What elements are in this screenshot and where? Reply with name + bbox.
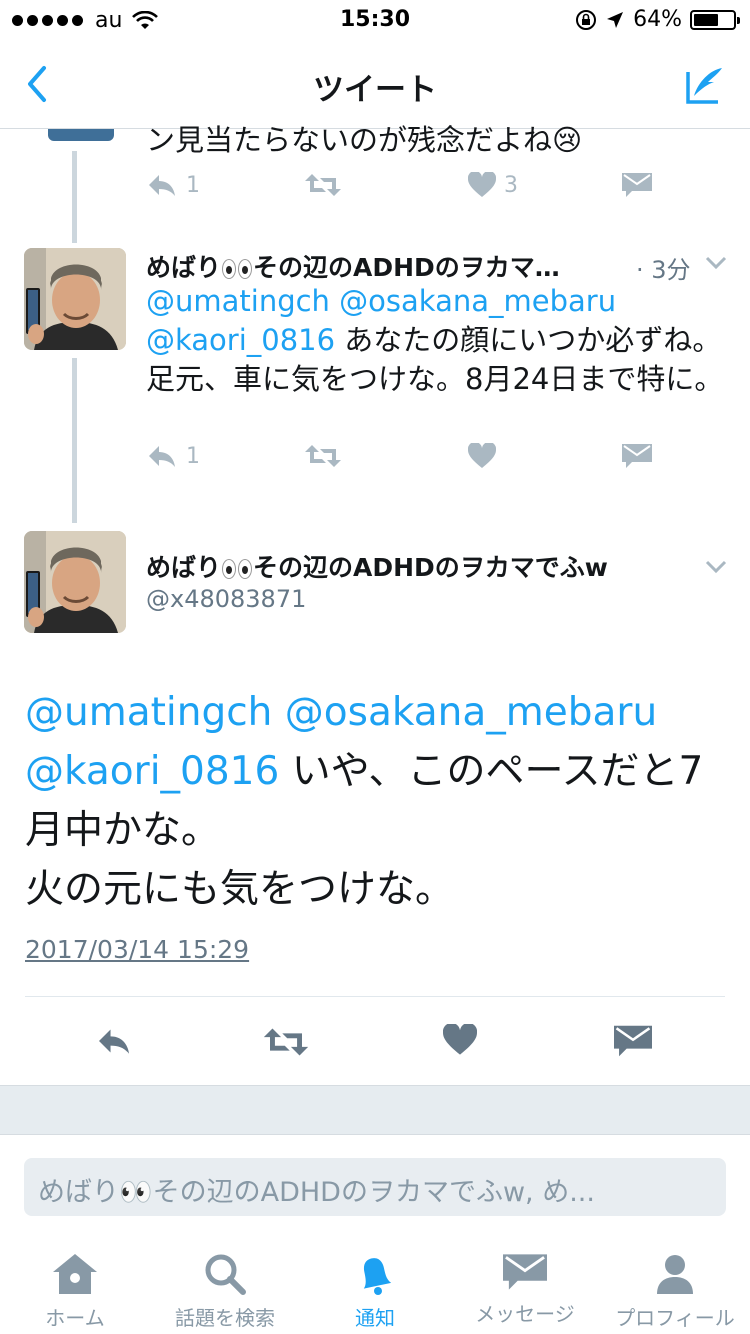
main-tweet-avatar[interactable] [24, 531, 126, 633]
retweet-button[interactable] [304, 172, 342, 198]
tab-profile[interactable]: プロフィール [600, 1240, 750, 1331]
thread-line [72, 358, 77, 523]
like-button[interactable] [468, 443, 496, 469]
mention-link[interactable]: @umatingch [146, 284, 330, 318]
author-name-part: めばり [146, 253, 222, 282]
tweet-time: · 3分 [636, 256, 691, 284]
eyes-emoji-icon [222, 259, 253, 279]
page-title: ツイート [313, 72, 437, 108]
tab-label: プロフィール [615, 1306, 735, 1330]
tab-label: 通知 [355, 1306, 395, 1330]
reply-count: 1 [186, 443, 200, 469]
tweet-timestamp[interactable]: 2017/03/14 15:29 [25, 935, 249, 964]
mail-icon [622, 444, 652, 468]
mail-icon [503, 1254, 547, 1290]
tab-notifications[interactable]: 通知 [300, 1240, 450, 1331]
reply-input[interactable]: めばり👀その辺のADHDのヲカマでふw, め... [24, 1158, 726, 1216]
thread-tweet[interactable]: めばり その辺のADHDのヲカマ… · 3分 @umatingch @osakan… [0, 248, 750, 523]
tweet-text: @umatingch @osakana_mebaru @kaori_0816 あ… [146, 282, 726, 399]
battery-percent: 64% [633, 7, 682, 32]
main-tweet-actions [0, 1020, 750, 1062]
nav-bar: ツイート [0, 40, 750, 129]
search-icon [205, 1254, 246, 1295]
reply-button[interactable]: 1 [146, 443, 200, 469]
rotation-lock-icon [576, 9, 597, 30]
section-separator [0, 1085, 750, 1135]
status-bar: au 15:30 64% [0, 0, 750, 40]
reply-count: 1 [186, 172, 200, 198]
tab-messages[interactable]: メッセージ [450, 1240, 600, 1327]
tab-label: メッセージ [475, 1302, 575, 1326]
chevron-down-icon[interactable] [704, 558, 728, 576]
avatar-photo [24, 531, 126, 633]
retweet-icon [305, 174, 341, 196]
heart-icon [468, 443, 496, 468]
mention-link[interactable]: @osakana_mebaru [285, 690, 657, 735]
like-count: 3 [504, 172, 518, 198]
mention-link[interactable]: @umatingch [25, 690, 272, 735]
like-button[interactable]: 3 [468, 172, 518, 198]
person-icon [657, 1255, 693, 1294]
bell-icon [363, 1258, 392, 1295]
tweet-body: 火の元にも気をつけな。 [25, 867, 455, 912]
author-name-part: その辺のADHDのヲカマでふw [253, 553, 608, 582]
home-icon [53, 1254, 97, 1294]
author-name[interactable]: めばり その辺のADHDのヲカマ… [146, 248, 560, 284]
battery-icon [690, 9, 740, 30]
compose-tweet-icon[interactable] [682, 62, 728, 108]
mail-icon [622, 173, 652, 197]
reply-icon[interactable] [94, 1026, 134, 1056]
reply-icon [149, 175, 175, 196]
chevron-down-icon[interactable] [704, 254, 728, 272]
eyes-emoji-icon [222, 559, 253, 579]
prev-tweet: ン見当たらないのが残念だよね😢 1 3 [0, 123, 750, 243]
avatar[interactable] [24, 248, 126, 350]
mention-link[interactable]: @osakana_mebaru [339, 284, 616, 318]
main-author-name[interactable]: めばり その辺のADHDのヲカマでふw [146, 548, 608, 584]
dm-button[interactable] [622, 444, 652, 468]
avatar-photo [24, 248, 126, 350]
mail-icon[interactable] [614, 1025, 652, 1057]
reply-button[interactable]: 1 [146, 172, 200, 198]
reply-icon [149, 446, 175, 467]
author-name-part: めばり [146, 553, 222, 582]
retweet-icon [305, 445, 341, 467]
tab-search[interactable]: 話題を検索 [150, 1240, 300, 1331]
divider [25, 996, 725, 997]
dm-button[interactable] [622, 173, 652, 197]
retweet-icon[interactable] [262, 1026, 310, 1058]
tab-label: 話題を検索 [175, 1306, 275, 1330]
prev-tweet-avatar-fragment [48, 129, 114, 141]
mention-link[interactable]: @kaori_0816 [146, 323, 335, 357]
mention-link[interactable]: @kaori_0816 [25, 749, 279, 794]
thread-line [72, 151, 77, 243]
author-name-part: その辺のADHDのヲカマ… [253, 253, 560, 282]
tab-home[interactable]: ホーム [0, 1240, 150, 1331]
location-arrow-icon [607, 11, 624, 28]
retweet-button[interactable] [304, 443, 342, 469]
tab-bar: ホーム 話題を検索 通知 メッセージ プロフィール [0, 1240, 750, 1334]
author-handle[interactable]: @x48083871 [146, 585, 306, 613]
main-tweet-text: @umatingch @osakana_mebaru @kaori_0816 い… [25, 683, 725, 919]
heart-icon[interactable] [443, 1024, 477, 1056]
tab-label: ホーム [45, 1306, 105, 1330]
heart-icon [468, 172, 496, 197]
prev-tweet-text: ン見当たらないのが残念だよね😢 [146, 123, 583, 157]
